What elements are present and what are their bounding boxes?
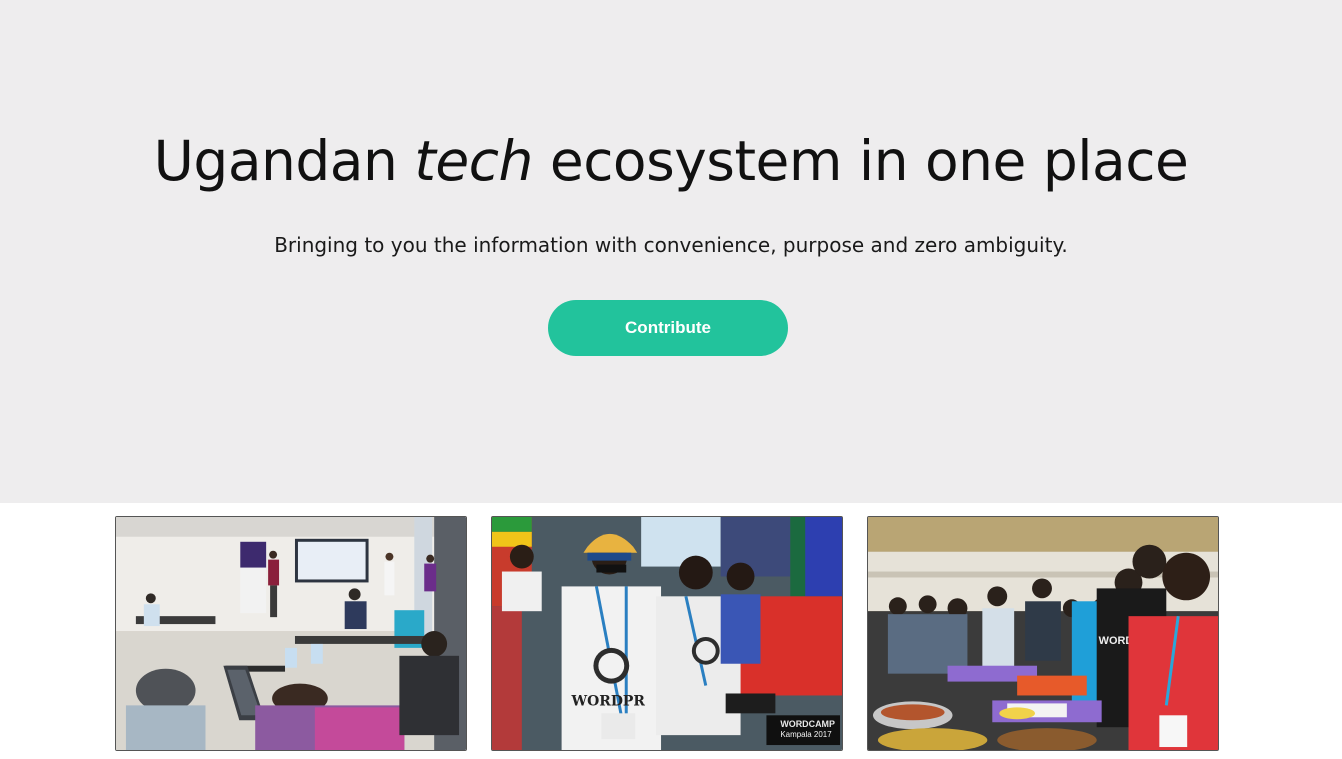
wordcamp-location-text: Kampala 2017 xyxy=(780,730,832,739)
wordcamp-badge-text: WORDCAMP xyxy=(780,719,835,729)
contribute-button[interactable]: Contribute xyxy=(548,300,788,356)
hero-title-start: Ugandan xyxy=(153,129,398,193)
wordpress-shirt-text: WORDPR xyxy=(571,693,646,709)
wordcamp-lunch-photo: WORDCAM xyxy=(867,516,1219,751)
hero-title-emphasis: tech xyxy=(414,129,533,193)
hero-section: Ugandan tech ecosystem in one place Brin… xyxy=(0,0,1342,503)
hero-title-end: ecosystem in one place xyxy=(549,129,1189,193)
hero-subtitle: Bringing to you the information with con… xyxy=(274,233,1068,257)
wordcamp-attendees-photo: WORDPR WORDCAMP Kampala 2017 xyxy=(491,516,843,751)
hero-title: Ugandan tech ecosystem in one place xyxy=(0,128,1342,194)
meetup-presentation-photo xyxy=(115,516,467,751)
